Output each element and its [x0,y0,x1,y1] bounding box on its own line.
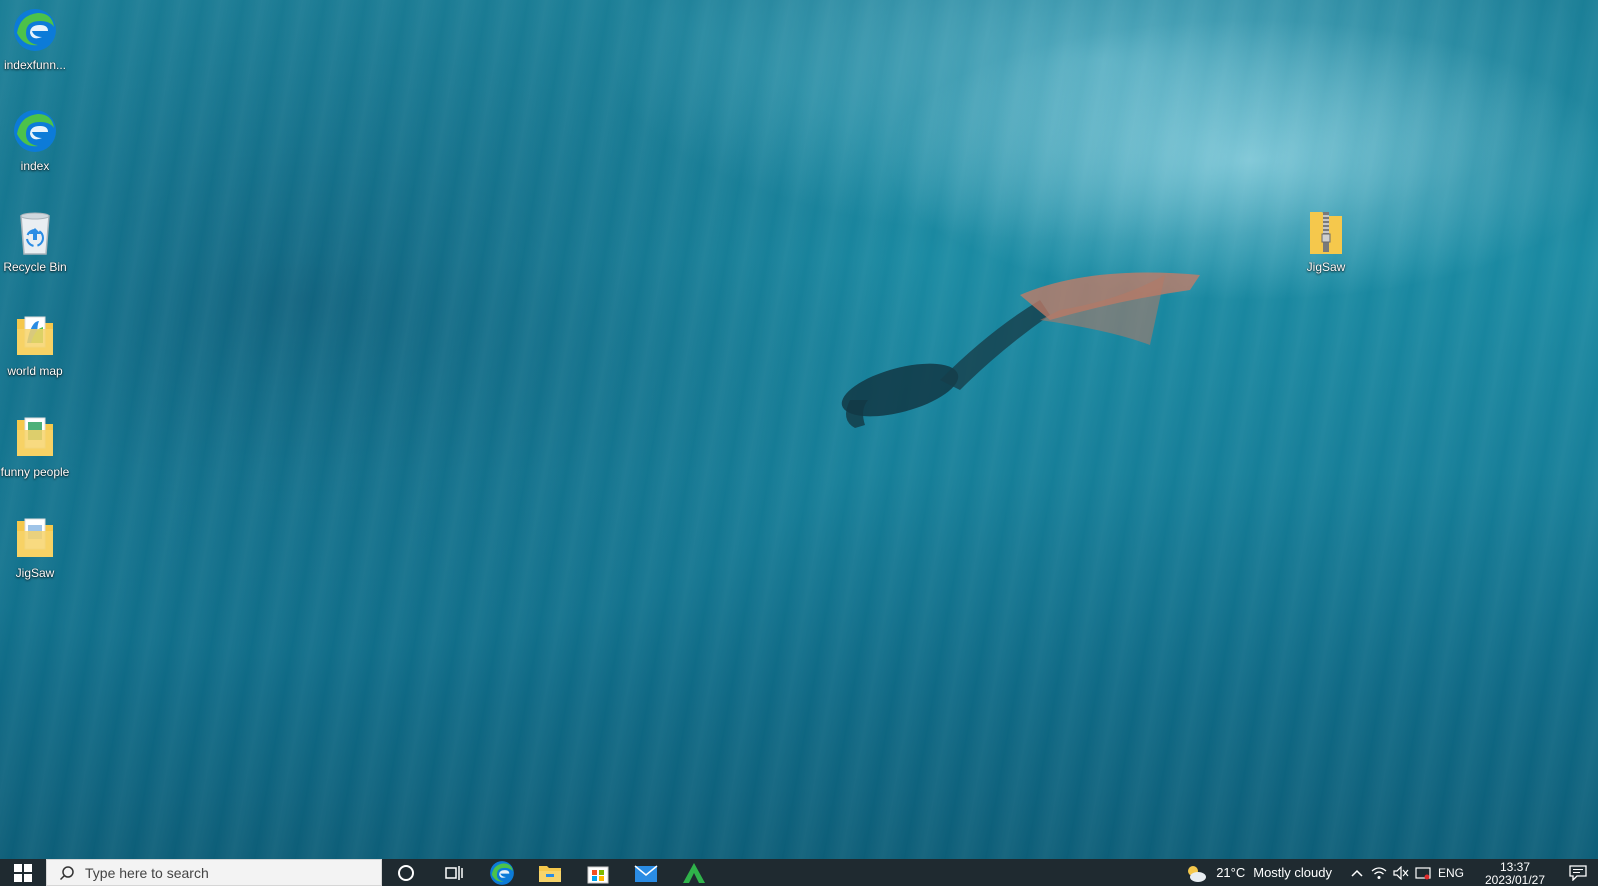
edge-icon [490,860,514,885]
desktop-icon-label: JigSaw [1306,260,1346,274]
desktop-icon-label: index [20,159,50,173]
mail-icon [634,864,658,882]
volume-muted-icon [1393,865,1409,880]
notification-icon [1569,864,1587,881]
taskbar-search-box[interactable]: Type here to search [46,859,382,886]
clock[interactable]: 13:37 2023/01/27 [1472,859,1558,886]
desktop-icon-label: Recycle Bin [3,260,67,274]
green-a-app-icon [683,862,705,883]
wallpaper-swimmer [841,272,1200,428]
desktop-icon-label: indexfunn... [3,58,67,72]
edge-icon [11,107,59,155]
weather-condition: Mostly cloudy [1253,865,1332,880]
microsoft-store-icon [587,866,609,883]
search-icon [59,865,74,880]
windows-logo-icon [14,863,32,882]
desktop-icon-indexfunn[interactable]: indexfunn... [0,6,72,72]
task-view-button[interactable] [430,859,478,886]
cortana-button[interactable] [382,859,430,886]
desktop-icon-recycle-bin[interactable]: Recycle Bin [0,208,72,274]
taskbar-mail-button[interactable] [622,859,670,886]
desktop-icon-index[interactable]: index [0,107,72,173]
folder-icon [11,514,59,562]
taskbar-green-app-button[interactable] [670,859,718,886]
wifi-icon [1371,866,1387,879]
start-button[interactable] [0,859,46,886]
zip-folder-icon [1302,208,1350,256]
desktop-icon-label: funny people [0,465,70,479]
system-tray: 21°C Mostly cloudy ENG 13:37 2023/01/27 [1184,859,1598,886]
taskbar-store-button[interactable] [574,859,622,886]
desktop-icon-label: world map [7,364,63,378]
cortana-icon [398,864,414,881]
recycle-bin-icon [11,208,59,256]
folder-icon [11,312,59,360]
action-center-button[interactable] [1558,864,1598,881]
language-indicator[interactable]: ENG [1438,866,1464,880]
taskbar-file-explorer-button[interactable] [526,859,574,886]
weather-temperature: 21°C [1216,865,1246,880]
search-placeholder: Type here to search [85,864,209,881]
clock-date: 2023/01/27 [1484,872,1546,886]
edge-icon [11,6,59,54]
volume-button[interactable] [1390,865,1412,880]
network-button[interactable] [1368,866,1390,880]
weather-cloud-sun-icon [1188,865,1207,882]
chevron-up-icon [1351,869,1363,877]
desktop-icon-jigsaw-zip[interactable]: JigSaw [1289,208,1363,274]
taskbar-spacer [718,859,1184,886]
desktop-icon-jigsaw[interactable]: JigSaw [0,514,72,580]
display-icon [1415,866,1431,879]
desktop[interactable]: indexfunn... index Recycle Bin world map… [0,0,1598,859]
weather-widget[interactable]: 21°C Mostly cloudy [1184,863,1332,883]
taskbar-edge-button[interactable] [478,859,526,886]
desktop-icon-label: JigSaw [15,566,55,580]
folder-icon [11,413,59,461]
taskbar: Type here to search 21°C Mostly cloudy E… [0,859,1598,886]
task-view-icon [445,865,463,880]
clock-time: 13:37 [1499,859,1531,874]
wallpaper-light-rays [0,0,1598,859]
desktop-icon-funny-people[interactable]: funny people [0,413,72,479]
desktop-icon-world-map[interactable]: world map [0,312,72,378]
show-hidden-icons-button[interactable] [1346,869,1368,877]
file-explorer-icon [539,865,561,882]
display-button[interactable] [1412,866,1434,880]
